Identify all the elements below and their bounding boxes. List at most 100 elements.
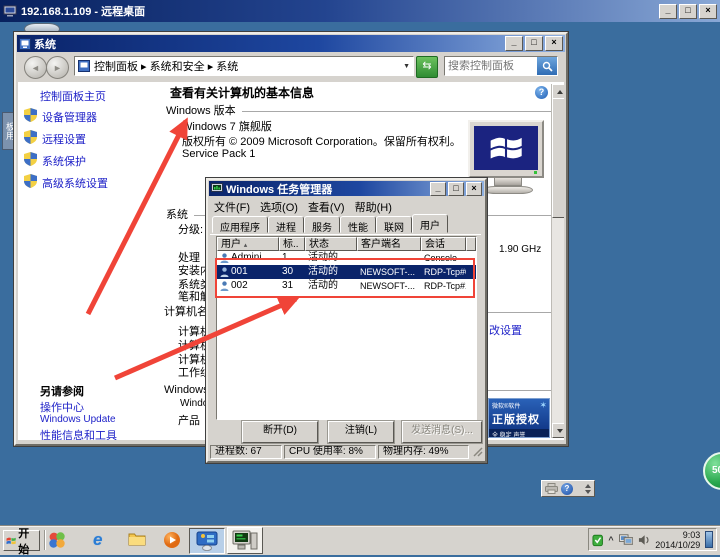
sidebar-item-performance-tools[interactable]: 性能信息和工具 <box>40 427 117 440</box>
rdp-minimize-button[interactable]: _ <box>659 4 677 19</box>
tm-close-button[interactable]: × <box>466 182 482 196</box>
spinner-control[interactable] <box>585 484 591 494</box>
media-player-icon[interactable] <box>163 531 181 549</box>
menu-help[interactable]: 帮助(H) <box>355 199 392 215</box>
system-row-rating: 分级: <box>178 221 203 237</box>
rdp-titlebar: 192.168.1.109 - 远程桌面 _ □ × <box>0 0 720 22</box>
cpu-speed: 1.90 GHz <box>499 244 541 255</box>
system-minimize-button[interactable]: _ <box>505 36 523 51</box>
tab-page-edge <box>210 234 481 235</box>
genuine-windows-badge[interactable]: 微软®软件 ✶ 正版授权 全 稳定 声誉 <box>488 398 550 438</box>
section-label: 系统 <box>166 206 188 222</box>
printer-icon[interactable] <box>545 483 558 494</box>
tab-users[interactable]: 用户 <box>412 214 448 233</box>
system-maximize-button[interactable]: □ <box>525 36 543 51</box>
user-row-001[interactable]: 001 30 活动的 NEWSOFT-... RDP-Tcp#0 <box>217 265 476 279</box>
status-processes: 进程数: 67 <box>210 445 282 459</box>
scroll-up-button[interactable] <box>552 84 564 99</box>
sidebar-item-advanced-settings[interactable]: 高级系统设置 <box>42 175 108 191</box>
start-label: 开始 <box>18 525 37 557</box>
service-pack: Service Pack 1 <box>182 148 255 160</box>
sidebar-item-control-panel-home[interactable]: 控制面板主页 <box>40 88 106 104</box>
search-box[interactable] <box>444 56 558 76</box>
sidebar-item-remote-settings[interactable]: 远程设置 <box>42 131 86 147</box>
tray-clock[interactable]: 9:03 2014/10/29 <box>655 530 700 550</box>
help-button[interactable]: ? <box>535 86 548 99</box>
address-bar[interactable]: 控制面板 ▸ 系统和安全 ▸ 系统 ▼ <box>74 56 414 76</box>
internet-explorer-icon[interactable]: e <box>93 531 111 549</box>
badge-star-icon: ✶ <box>539 400 547 411</box>
tab-networking[interactable]: 联网 <box>376 216 412 233</box>
help-button[interactable]: ? <box>561 483 573 495</box>
rdp-maximize-button[interactable]: □ <box>679 4 697 19</box>
folder-icon[interactable] <box>128 531 146 549</box>
task-manager-icon <box>211 183 223 194</box>
badge-bottom-text: 全 稳定 声誉 <box>489 429 549 438</box>
tab-applications[interactable]: 应用程序 <box>212 216 268 233</box>
help-icon: ? <box>539 87 545 97</box>
user-row-002[interactable]: 002 31 活动的 NEWSOFT-... RDP-Tcp#1 <box>217 279 476 293</box>
start-button[interactable]: 开始 <box>3 530 40 551</box>
forward-button[interactable]: ► <box>46 56 69 79</box>
resize-grip-icon[interactable] <box>471 445 483 457</box>
refresh-button[interactable]: ⇆ <box>416 56 438 78</box>
see-also-heading: 另请参阅 <box>40 383 84 399</box>
scrollbar-thumb[interactable] <box>552 98 564 218</box>
vertical-scrollbar[interactable] <box>551 84 564 438</box>
system-close-button[interactable]: × <box>545 36 563 51</box>
column-session[interactable]: 会话 <box>421 237 466 251</box>
disconnect-button[interactable]: 断开(D) <box>242 421 318 443</box>
column-user[interactable]: 用户 ▴ <box>217 237 279 251</box>
status-cpu: CPU 使用率: 8% <box>284 445 376 459</box>
show-desktop-icon[interactable] <box>705 531 713 548</box>
taskbar-separator <box>44 530 45 550</box>
users-list-header: 用户 ▴ 标.. 状态 客户端名 会话 <box>217 237 476 251</box>
menu-options[interactable]: 选项(O) <box>260 199 298 215</box>
user-row-admin[interactable]: Admini... 1 活动的 Console <box>217 251 476 265</box>
search-input[interactable] <box>445 60 537 72</box>
column-client[interactable]: 客户端名 <box>357 237 421 251</box>
floating-ball[interactable]: 50 <box>703 452 720 490</box>
quicklaunch-display-button[interactable] <box>189 528 225 554</box>
send-message-button[interactable]: 发送消息(S)... <box>402 421 482 443</box>
forward-icon: ► <box>53 63 62 73</box>
shield-icon <box>24 130 37 149</box>
task-button-remote-desktop[interactable] <box>227 527 263 554</box>
menu-view[interactable]: 查看(V) <box>308 199 345 215</box>
user-icon <box>220 281 229 291</box>
volume-icon[interactable] <box>638 534 650 546</box>
change-settings-link[interactable]: 改设置 <box>489 322 522 338</box>
column-status[interactable]: 状态 <box>305 237 357 251</box>
sidebar-item-action-center[interactable]: 操作中心 <box>40 399 84 415</box>
tab-processes[interactable]: 进程 <box>268 216 304 233</box>
logoff-button[interactable]: 注销(L) <box>328 421 394 443</box>
address-dropdown-icon[interactable]: ▼ <box>403 63 410 70</box>
search-magnifier-button[interactable] <box>537 57 557 75</box>
back-button[interactable]: ◄ <box>24 56 47 79</box>
column-id[interactable]: 标.. <box>279 237 305 251</box>
activation-row: Windo <box>180 398 208 409</box>
system-window-icon <box>19 38 31 50</box>
safely-remove-icon[interactable] <box>592 533 603 547</box>
tab-services[interactable]: 服务 <box>304 216 340 233</box>
windows-start-icon <box>6 535 16 547</box>
quicklaunch-app-icon[interactable] <box>48 531 66 549</box>
spin-up-icon <box>585 484 591 488</box>
tm-minimize-button[interactable]: _ <box>430 182 446 196</box>
tm-maximize-button[interactable]: □ <box>448 182 464 196</box>
activation-row-product: 产品 <box>178 412 200 428</box>
rdp-close-button[interactable]: × <box>699 4 717 19</box>
sidebar-item-windows-update[interactable]: Windows Update <box>40 414 116 425</box>
tray-expand-icon[interactable]: ^ <box>608 535 613 545</box>
tab-performance[interactable]: 性能 <box>340 216 376 233</box>
system-window-titlebar: 系统 _ □ × <box>17 35 565 52</box>
sidebar-item-system-protection[interactable]: 系统保护 <box>42 153 86 169</box>
network-icon[interactable] <box>619 534 633 546</box>
system-window-title: 系统 <box>34 36 56 52</box>
sidebar-item-device-manager[interactable]: 设备管理器 <box>42 109 97 125</box>
learn-more-link[interactable]: 了解更多内容... <box>491 438 559 440</box>
floating-toolbar: ? <box>541 480 595 497</box>
back-icon: ◄ <box>31 63 40 73</box>
scroll-down-button[interactable] <box>552 423 564 438</box>
menu-file[interactable]: 文件(F) <box>214 199 250 215</box>
